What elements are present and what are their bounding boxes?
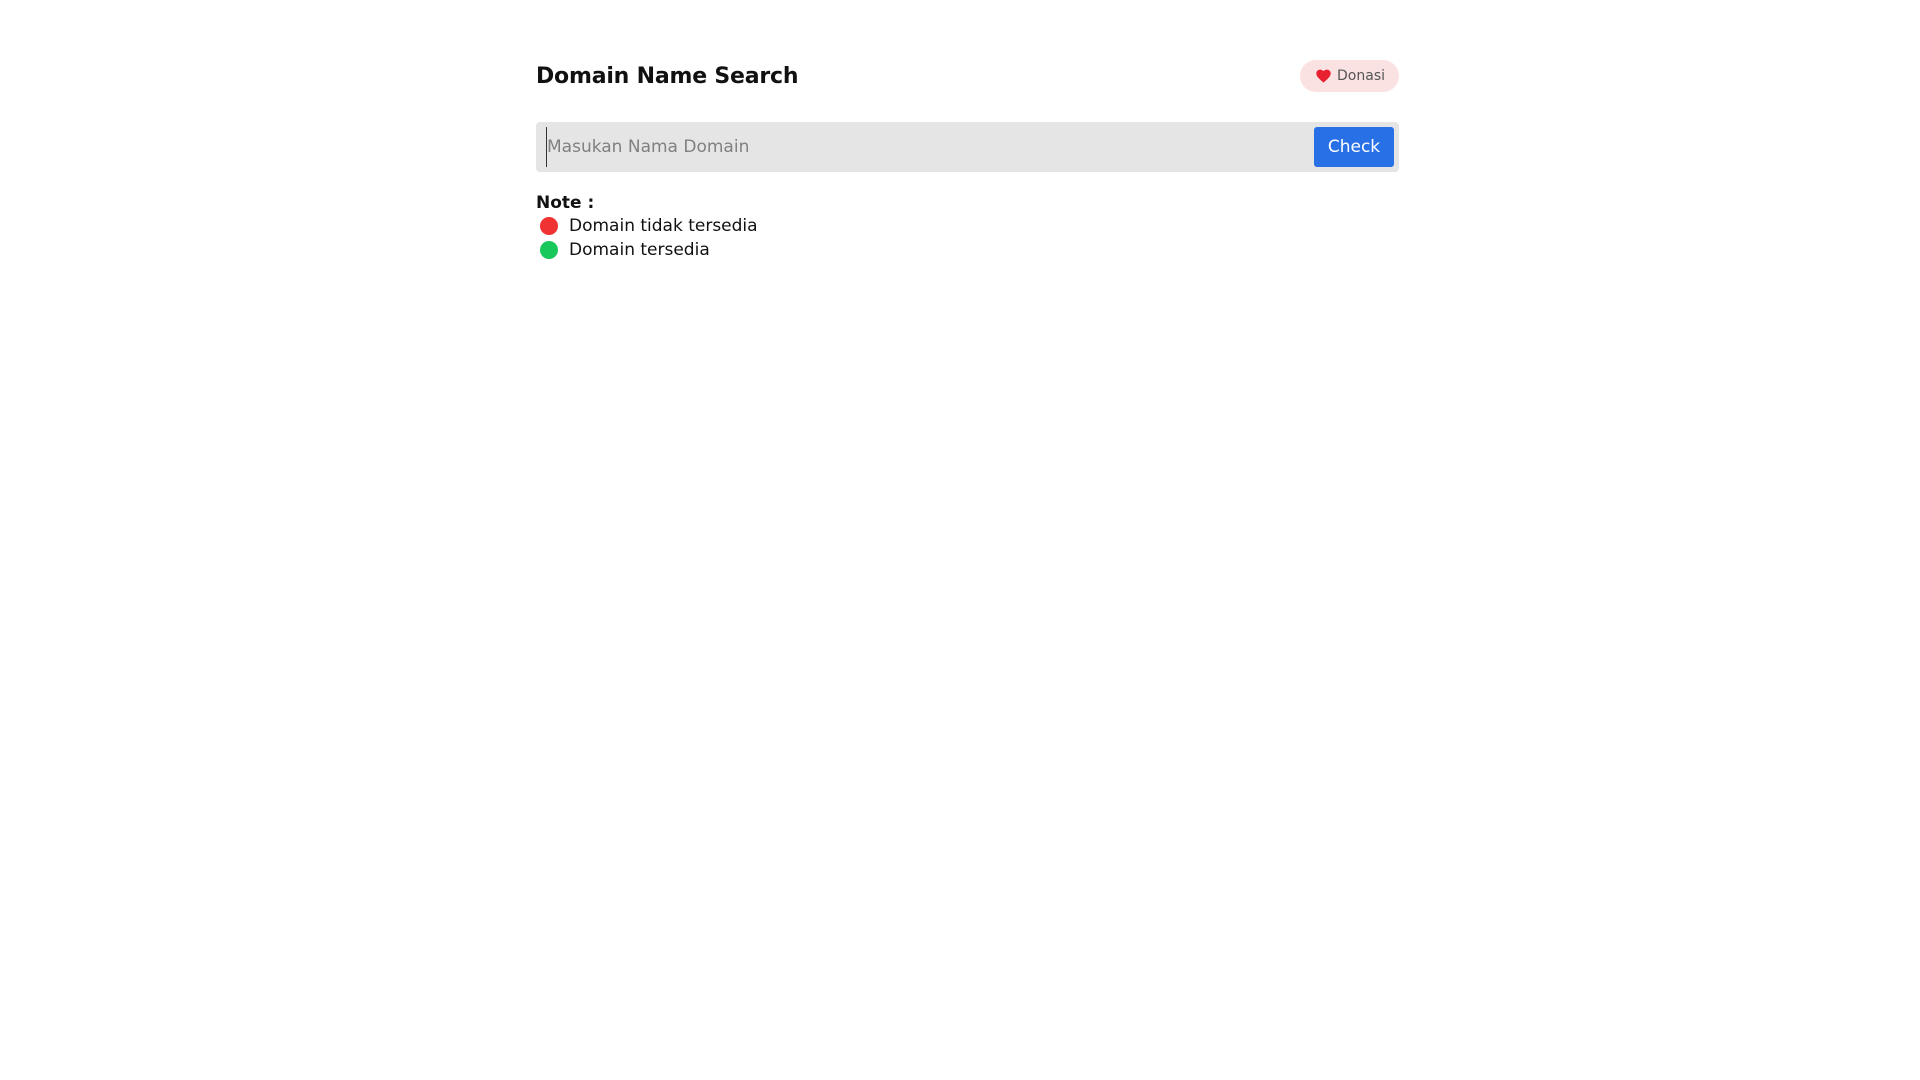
main-container: Domain Name Search Donasi Check Note : D… — [536, 56, 1399, 262]
page-title: Domain Name Search — [536, 63, 799, 89]
red-dot-icon — [540, 217, 558, 235]
legend-item-unavailable: Domain tidak tersedia — [540, 214, 1399, 238]
note-section: Note : Domain tidak tersedia Domain ters… — [536, 192, 1399, 262]
heart-icon — [1316, 69, 1331, 83]
green-dot-icon — [540, 241, 558, 259]
donate-label: Donasi — [1337, 68, 1385, 84]
check-button[interactable]: Check — [1314, 127, 1394, 167]
search-bar: Check — [536, 122, 1399, 172]
legend-label-unavailable: Domain tidak tersedia — [569, 216, 758, 236]
legend-item-available: Domain tersedia — [540, 238, 1399, 262]
note-title: Note : — [536, 193, 595, 213]
domain-search-input[interactable] — [546, 127, 1314, 167]
donate-button[interactable]: Donasi — [1300, 60, 1399, 92]
page: Domain Name Search Donasi Check Note : D… — [0, 0, 1920, 1080]
header: Domain Name Search Donasi — [536, 56, 1399, 96]
legend-label-available: Domain tersedia — [569, 240, 710, 260]
